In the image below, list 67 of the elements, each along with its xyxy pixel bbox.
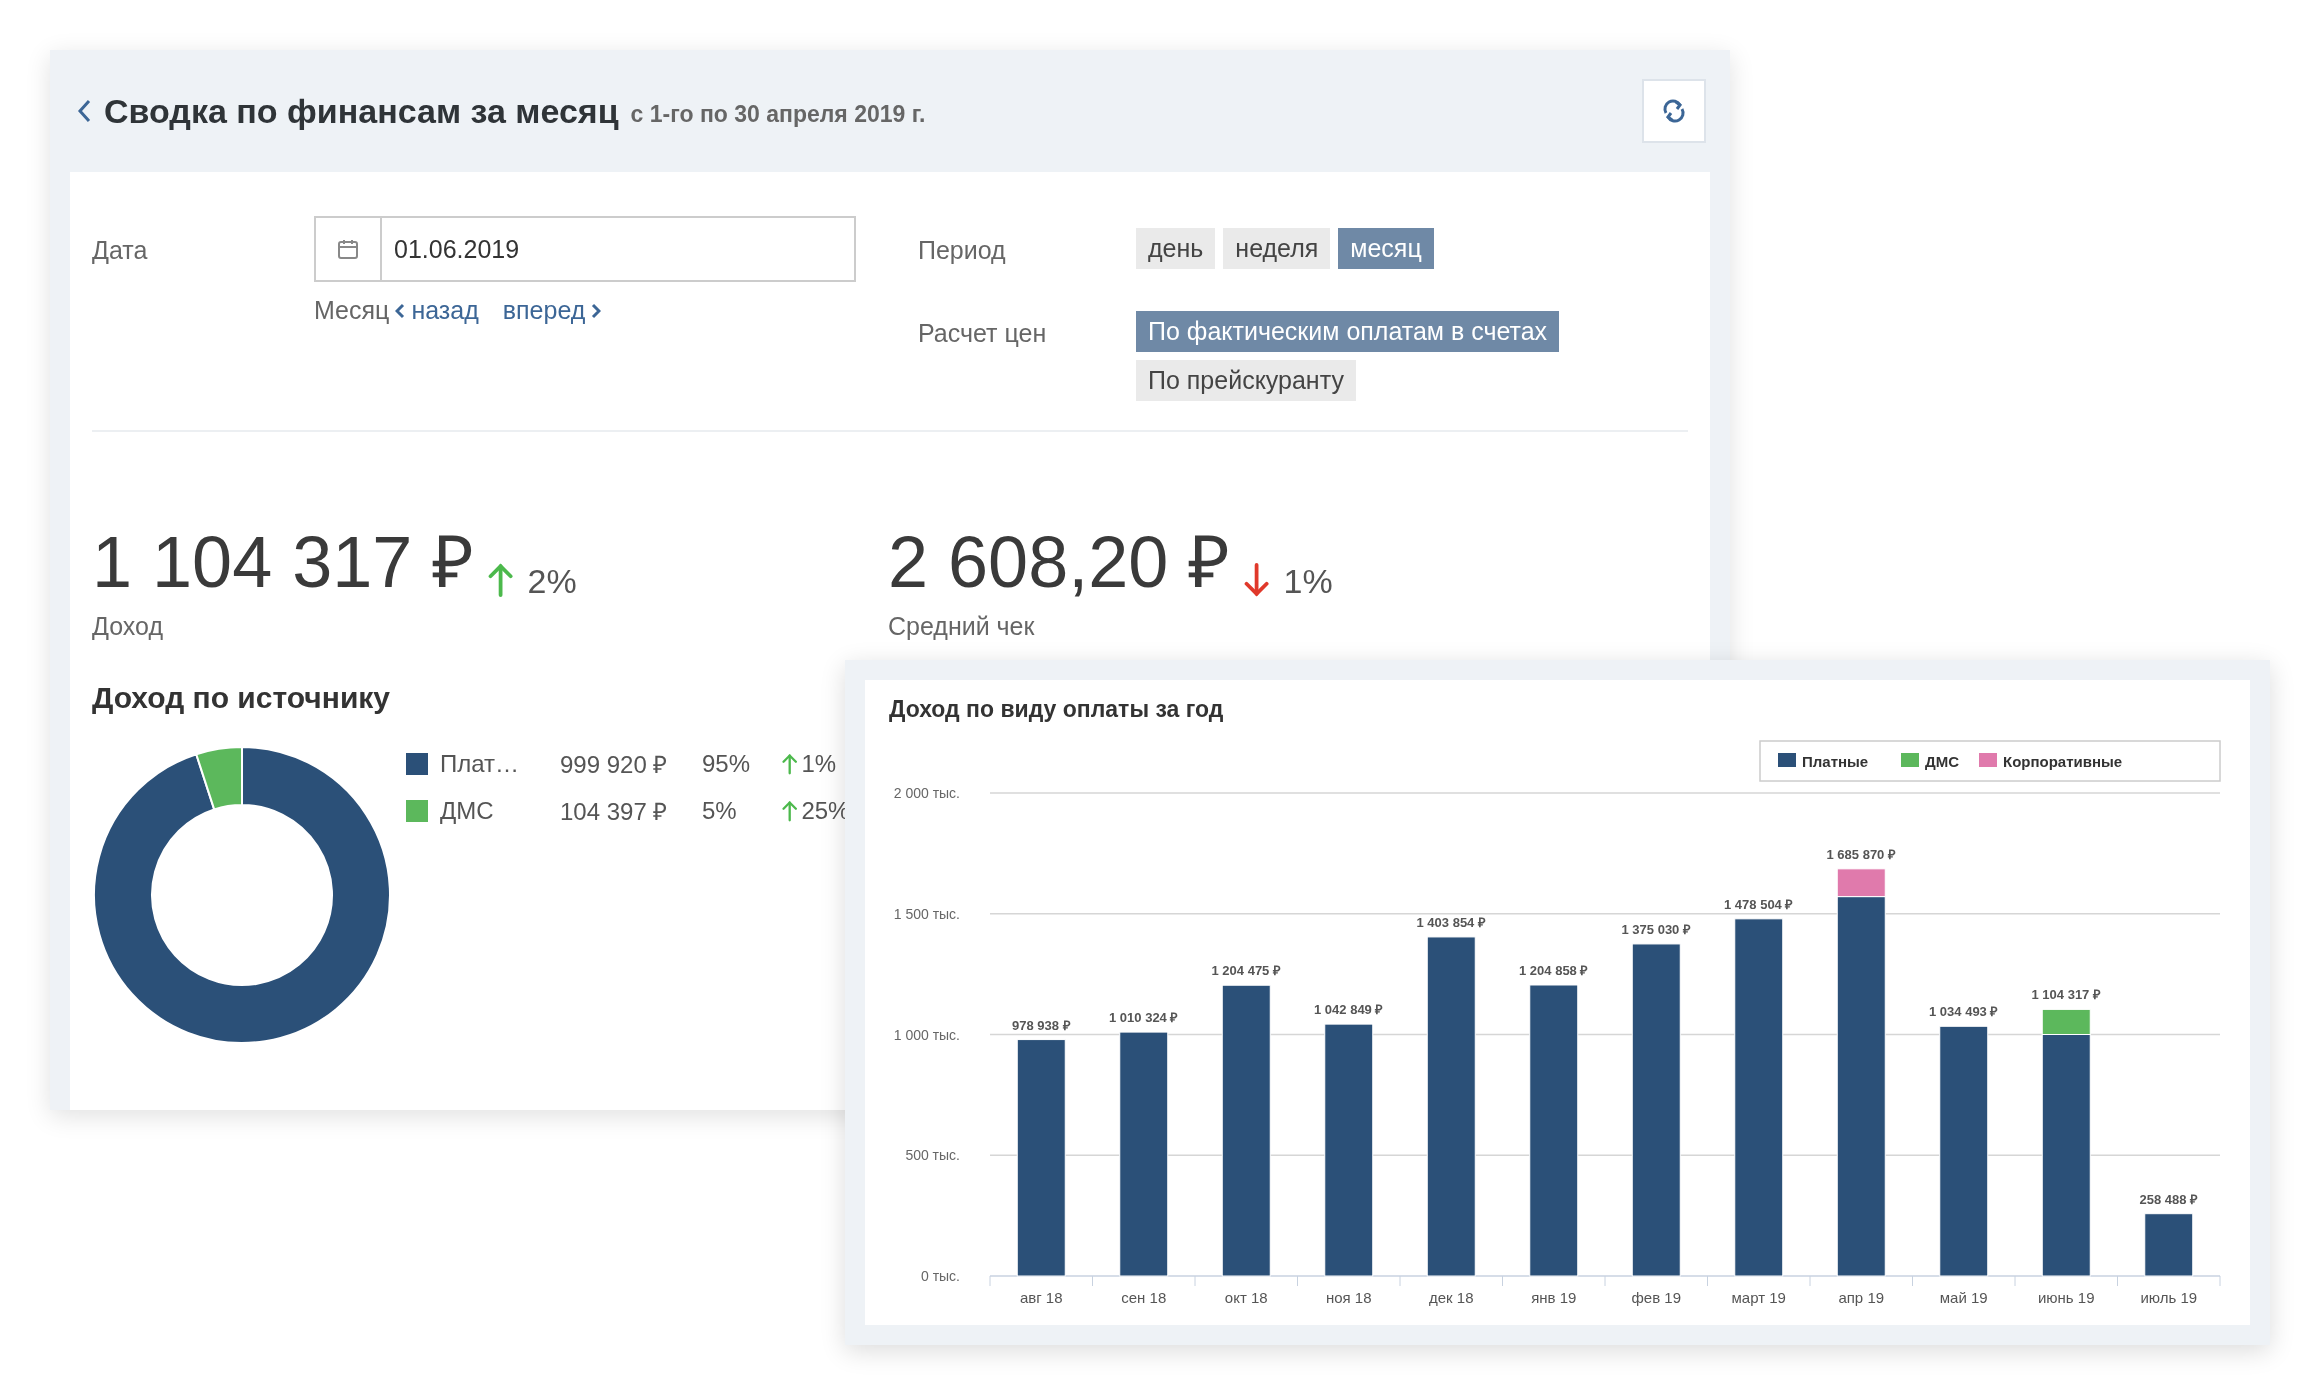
calendar-icon: [337, 239, 359, 259]
axis-category-label: фев 19: [1631, 1289, 1681, 1306]
bar-value-label: 1 403 854 ₽: [1416, 914, 1486, 930]
legend-label: Корпоративные: [2003, 753, 2123, 770]
pricing-option[interactable]: По фактическим оплатам в счетах: [1136, 311, 1560, 352]
legend-name: Плат…: [440, 749, 521, 778]
bar-value-label: 1 204 475 ₽: [1211, 963, 1281, 979]
bar-value-label: 1 104 317 ₽: [2031, 987, 2101, 1003]
axis-category-label: авг 18: [1019, 1289, 1063, 1306]
metric-label: Доход: [92, 612, 164, 641]
legend-amount: 104 397 ₽: [560, 797, 669, 827]
metric-value: 2 608,20 ₽: [888, 526, 1231, 598]
legend-share: 5%: [702, 796, 738, 825]
field-label: Расчет цен: [918, 319, 1048, 349]
axis-tick-label: 2 000 тыс.: [893, 785, 960, 801]
period-option[interactable]: месяц: [1338, 228, 1434, 269]
axis-category-label: апр 19: [1838, 1289, 1885, 1306]
bar-value-label: 258 488 ₽: [2139, 1191, 2199, 1207]
chevron-right-icon: [591, 302, 602, 319]
next-link[interactable]: вперед: [502, 296, 602, 325]
bar-value-label: 1 010 324 ₽: [1109, 1010, 1179, 1026]
period-option[interactable]: неделя: [1223, 228, 1331, 269]
legend-share: 95%: [702, 749, 752, 778]
axis-category-label: окт 18: [1224, 1289, 1268, 1306]
previous-link[interactable]: назад: [395, 296, 479, 325]
axis-tick-label: 1 000 тыс.: [893, 1026, 960, 1043]
date-range-subtitle: с 1-го по 30 апреля 2019 г.: [630, 100, 926, 128]
axis-category-label: сен 18: [1121, 1289, 1167, 1306]
axis-category-label: март 19: [1731, 1289, 1786, 1306]
legend-label: Платные: [1802, 753, 1869, 770]
bar-value-label: 1 685 870 ₽: [1826, 846, 1896, 862]
bar-value-label: 1 042 849 ₽: [1314, 1002, 1384, 1018]
field-label: Дата: [92, 236, 149, 266]
bar-value-label: 1 375 030 ₽: [1621, 921, 1691, 937]
period-option[interactable]: день: [1136, 228, 1216, 269]
bar-value-label: 1 204 858 ₽: [1519, 963, 1589, 978]
metric-change: 1%: [1283, 564, 1333, 598]
axis-tick-label: 1 500 тыс.: [893, 905, 960, 922]
refresh-button[interactable]: [1642, 79, 1706, 143]
page-title: Сводка по финансам за месяц: [104, 91, 619, 131]
bar-value-label: 1 478 504 ₽: [1724, 896, 1794, 912]
legend-amount: 999 920 ₽: [560, 750, 669, 780]
axis-tick-label: 500 тыс.: [905, 1147, 960, 1164]
section-title: Доход по источнику: [92, 681, 391, 715]
axis-category-label: янв 19: [1531, 1289, 1577, 1306]
bar-value-label: 978 938 ₽: [1011, 1017, 1071, 1033]
axis-category-label: июль 19: [2140, 1289, 2198, 1306]
metric-label: Средний чек: [888, 612, 1036, 641]
legend-change: 1%: [801, 749, 837, 778]
chart-title: Доход по виду оплаты за год: [888, 695, 1225, 723]
bar: [2144, 1213, 2194, 1277]
axis-category-label: июнь 19: [2037, 1289, 2095, 1306]
date-field[interactable]: 01.06.2019: [314, 216, 856, 282]
pricing-option[interactable]: По прейскуранту: [1136, 360, 1356, 401]
axis-category-label: ноя 18: [1325, 1289, 1372, 1306]
month-label: Месяц: [314, 296, 390, 325]
metric-change: 2%: [527, 564, 577, 598]
axis-category-label: дек 18: [1429, 1289, 1474, 1306]
field-label: Период: [918, 236, 1007, 266]
axis-tick-label: 0 тыс.: [920, 1268, 960, 1284]
axis-category-label: май 19: [1939, 1289, 1988, 1306]
back-chevron-icon[interactable]: [76, 98, 92, 124]
chevron-left-icon: [395, 302, 406, 319]
legend-name: ДМС: [440, 796, 495, 825]
metric-value: 1 104 317 ₽: [92, 526, 475, 598]
legend-label: ДМС: [1925, 753, 1960, 770]
bar-value-label: 1 034 493 ₽: [1929, 1004, 1999, 1020]
